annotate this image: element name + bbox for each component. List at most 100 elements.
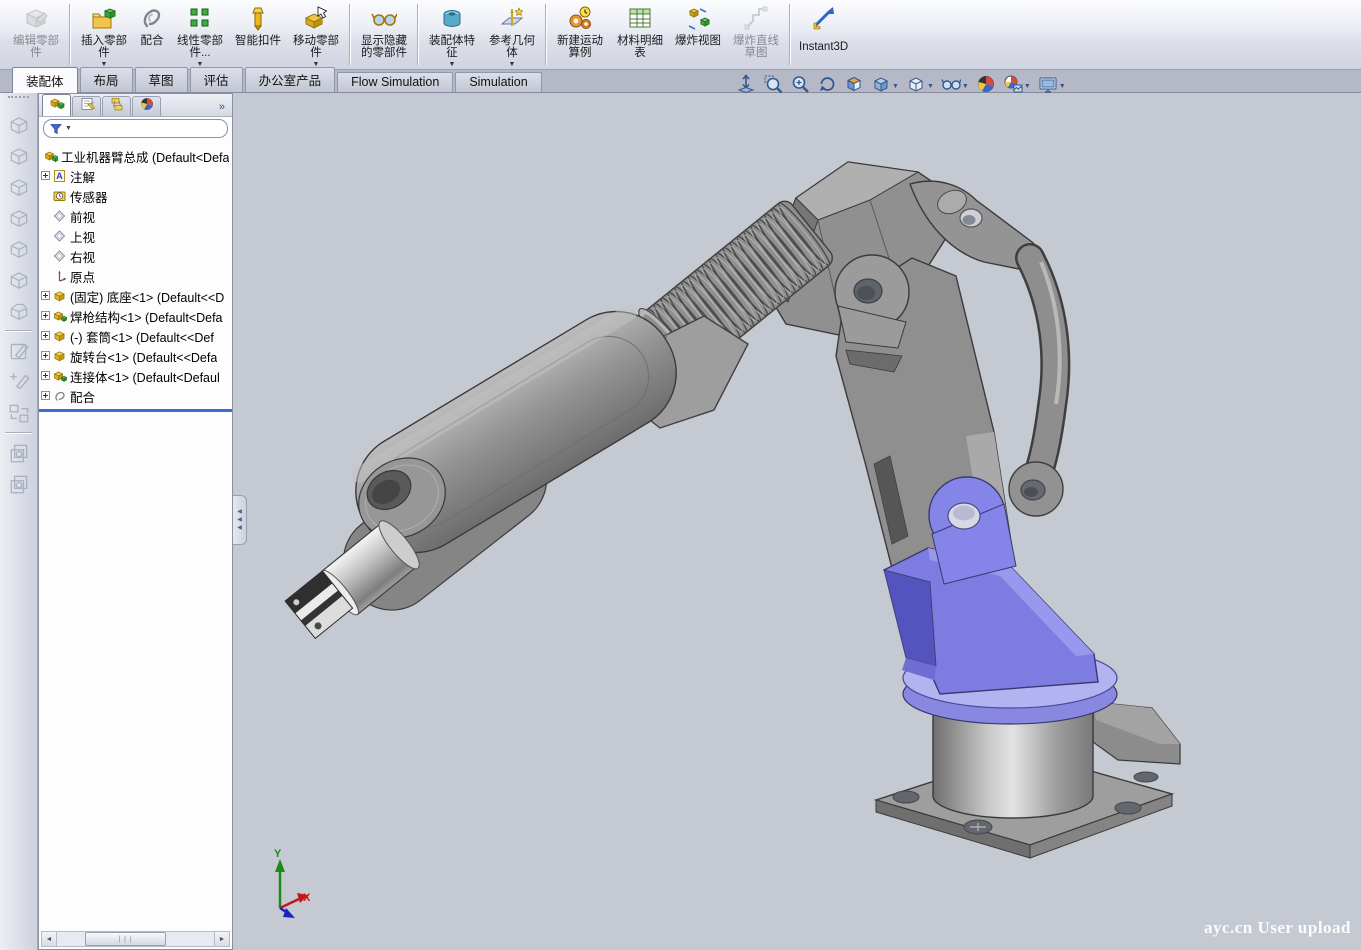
tree-item-label: 焊枪结构<1> (Default<Defa [70,307,223,326]
ribbon-tab-布局[interactable]: 布局 [80,67,133,92]
scroll-right-button[interactable]: ► [214,932,229,946]
view-cube-icon[interactable] [7,268,31,292]
bill-of-materials-icon [627,5,653,35]
ribbon-tab-Simulation[interactable]: Simulation [455,72,541,92]
ribbon-tab-Flow Simulation[interactable]: Flow Simulation [337,72,453,92]
exchange-icon[interactable] [7,401,31,425]
view-cube-corner-icon[interactable] [7,299,31,323]
expand-icon[interactable] [41,349,50,363]
copy-stack-icon[interactable] [7,472,31,496]
subassembly-icon [52,369,67,383]
expand-icon[interactable] [41,369,50,383]
headsup-apply-scene-button[interactable]: ▼ [1003,74,1031,99]
robot-arm-model[interactable]: Y X [233,93,1361,950]
view-cube-icon[interactable] [7,144,31,168]
ribbon-tab-评估[interactable]: 评估 [190,67,243,92]
tree-item-4[interactable]: 上视 [39,226,232,246]
graphics-area[interactable]: Y X ayc.cn User upload [233,93,1361,950]
panel-tab-overflow[interactable]: » [219,101,230,116]
toolbar-separator [5,432,32,434]
sensors-icon [52,189,67,203]
tree-item-1[interactable]: A注解 [39,166,232,186]
dropdown-arrow-icon[interactable]: ▼ [1024,83,1031,90]
tree-item-6[interactable]: 原点 [39,266,232,286]
view-orientation-icon [871,74,891,99]
sketch-add-icon[interactable] [7,370,31,394]
copy-stack-icon[interactable] [7,441,31,465]
linear-component-pattern-icon [187,5,213,35]
reference-geometry-icon [499,5,525,35]
tree-item-7[interactable]: (固定) 底座<1> (Default<<D [39,286,232,306]
panel-tab-configurationmanager[interactable] [102,96,131,116]
dropdown-arrow-icon[interactable]: ▼ [927,83,934,90]
panel-tab-displaymanager[interactable] [132,96,161,116]
toolbar-button-smart-fasteners[interactable]: 智能扣件 [230,1,286,68]
tree-item-11[interactable]: 连接体<1> (Default<Defaul [39,366,232,386]
headsup-zoom-in-out-button[interactable] [790,74,810,99]
toolbar-button-reference-geometry[interactable]: 参考几何体▼ [482,1,542,68]
panel-collapse-handle[interactable]: ◀◀◀ [233,495,247,545]
tree-item-0[interactable]: 工业机器臂总成 (Default<Defa [39,146,232,166]
headsup-view-orientation-button[interactable]: ▼ [871,74,899,99]
dropdown-arrow-icon[interactable]: ▼ [892,83,899,90]
ribbon-tab-草图[interactable]: 草图 [135,67,188,92]
toolbar-grip[interactable] [8,96,29,106]
tree-item-8[interactable]: 焊枪结构<1> (Default<Defa [39,306,232,326]
filter-dropdown-arrow[interactable]: ▼ [65,125,72,132]
dropdown-arrow-icon[interactable]: ▼ [509,61,516,68]
dropdown-arrow-icon[interactable]: ▼ [1059,83,1066,90]
dropdown-arrow-icon[interactable]: ▼ [449,61,456,68]
view-cube-icon[interactable] [7,175,31,199]
toolbar-button-move-component[interactable]: 移动零部件▼ [286,1,346,68]
panel-tab-featuremanager[interactable] [42,94,71,116]
headsup-rotate-view-button[interactable] [817,74,837,99]
tree-item-5[interactable]: 右视 [39,246,232,266]
headsup-zoom-to-area-button[interactable] [763,74,783,99]
tree-item-2[interactable]: 传感器 [39,186,232,206]
expand-icon[interactable] [41,289,50,303]
zoom-to-fit-icon [736,74,756,99]
scrollbar-thumb[interactable]: | | | [85,932,166,946]
expand-icon[interactable] [41,309,50,323]
view-cube-icon[interactable] [7,113,31,137]
tree-item-3[interactable]: 前视 [39,206,232,226]
expand-icon[interactable] [41,169,50,183]
expand-icon[interactable] [41,329,50,343]
apply-scene-icon [1003,74,1023,99]
sketch-icon[interactable] [7,339,31,363]
toolbar-button-exploded-view[interactable]: 爆炸视图 [670,1,726,68]
scroll-left-button[interactable]: ◄ [42,932,57,946]
tree-item-10[interactable]: 旋转台<1> (Default<<Defa [39,346,232,366]
expand-icon[interactable] [41,389,50,403]
toolbar-button-linear-component-pattern[interactable]: 线性零部件...▼ [170,1,230,68]
panel-tab-propertymanager[interactable] [72,96,101,116]
view-cube-icon[interactable] [7,206,31,230]
toolbar-button-assembly-features[interactable]: 装配体特征▼ [422,1,482,68]
view-cube-icon[interactable] [7,237,31,261]
dropdown-arrow-icon[interactable]: ▼ [962,83,969,90]
ribbon-tab-装配体[interactable]: 装配体 [12,67,78,93]
toolbar-button-show-hidden-components[interactable]: 显示隐藏的零部件 [354,1,414,68]
configurationmanager-icon [109,97,125,116]
headsup-edit-appearance-button[interactable] [976,74,996,99]
toolbar-button-new-motion-study[interactable]: 新建运动算例 [550,1,610,68]
tree-item-12[interactable]: 配合 [39,386,232,406]
tree-item-9[interactable]: (-) 套筒<1> (Default<<Def [39,326,232,346]
tree-filter-input[interactable]: ▼ [43,119,228,138]
toolbar-button-mate[interactable]: 配合 [134,1,170,68]
featuremanager-icon [49,96,65,115]
ribbon-tab-办公室产品[interactable]: 办公室产品 [245,67,336,92]
headsup-zoom-to-fit-button[interactable] [736,74,756,99]
headsup-view-settings-button[interactable]: ▼ [1038,74,1066,99]
headsup-section-view-button[interactable] [844,74,864,99]
toolbar-button-bill-of-materials[interactable]: 材料明细表 [610,1,670,68]
toolbar-button-insert-component[interactable]: 插入零部件▼ [74,1,134,68]
tree-split-bar[interactable] [39,409,232,412]
scrollbar-track[interactable]: | | | [57,932,214,946]
toolbar-button-instant3d[interactable]: Instant3D [794,1,853,68]
headsup-hide-show-items-button[interactable]: ▼ [941,74,969,99]
headsup-display-style-button[interactable]: ▼ [906,74,934,99]
zoom-to-area-icon [763,74,783,99]
instant3d-icon [811,5,837,35]
tree-horizontal-scrollbar[interactable]: ◄ | | | ► [41,931,230,947]
